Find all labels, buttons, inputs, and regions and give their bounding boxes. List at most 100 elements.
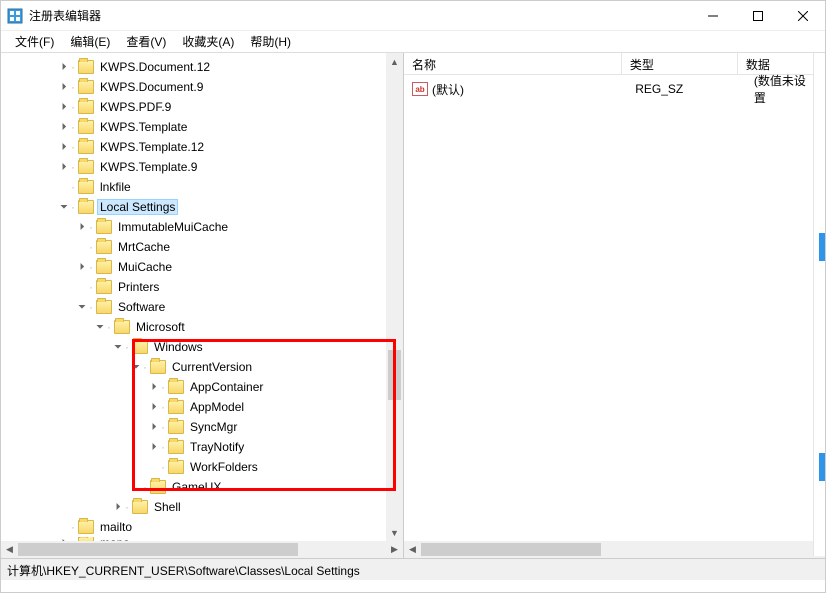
tree-item[interactable]: ·KWPS.Template [1,117,403,137]
minimize-button[interactable] [690,1,735,31]
folder-icon [132,500,148,514]
tree-item[interactable]: ·KWPS.PDF.9 [1,97,403,117]
menu-favorites[interactable]: 收藏夹(A) [174,31,242,52]
tree-label: KWPS.Template [98,120,189,134]
value-name: (默认) [432,81,464,98]
tree-label: MuiCache [116,260,174,274]
folder-icon [96,240,112,254]
tree-item[interactable]: ·GameUX [1,477,403,497]
tree-label: TrayNotify [188,440,246,454]
tree-item[interactable]: ·Printers [1,277,403,297]
menu-view[interactable]: 查看(V) [118,31,174,52]
col-name[interactable]: 名称 [404,53,622,74]
tree-label: KWPS.Document.9 [98,80,205,94]
folder-icon [96,300,112,314]
scroll-thumb-h[interactable] [18,543,298,556]
string-value-icon: ab [412,82,428,96]
expander-icon[interactable] [57,202,71,213]
value-row[interactable]: ab(默认)REG_SZ(数值未设置 [404,79,825,99]
tree-item[interactable]: ·MuiCache [1,257,403,277]
tree-label: SyncMgr [188,420,239,434]
tree-item[interactable]: ·mailto [1,517,403,537]
scroll-left-icon[interactable]: ◀ [404,541,421,558]
expander-icon[interactable] [75,262,89,273]
close-button[interactable] [780,1,825,31]
maximize-button[interactable] [735,1,780,31]
scroll-left-icon[interactable]: ◀ [1,541,18,558]
tree-label: Software [116,300,167,314]
tree-item[interactable]: ·KWPS.Template.9 [1,157,403,177]
tree-item[interactable]: ·AppContainer [1,377,403,397]
expander-icon[interactable] [147,382,161,393]
menu-help[interactable]: 帮助(H) [242,31,299,52]
tree-item[interactable]: ·KWPS.Template.12 [1,137,403,157]
menubar: 文件(F) 编辑(E) 查看(V) 收藏夹(A) 帮助(H) [1,31,825,53]
tree-item[interactable]: ·KWPS.Document.12 [1,57,403,77]
expander-icon[interactable] [111,342,125,353]
tree-label: KWPS.PDF.9 [98,100,173,114]
tree-label: KWPS.Template.9 [98,160,199,174]
expander-icon[interactable] [111,502,125,513]
folder-icon [150,360,166,374]
scroll-thumb-v[interactable] [388,350,401,400]
expander-icon[interactable] [57,82,71,93]
expander-icon[interactable] [57,162,71,173]
expander-icon[interactable] [75,222,89,233]
tree-label: Printers [116,280,161,294]
menu-edit[interactable]: 编辑(E) [62,31,118,52]
tree-label: AppContainer [188,380,265,394]
expander-icon[interactable] [75,302,89,313]
tree-item[interactable]: ·KWPS.Document.9 [1,77,403,97]
folder-icon [168,460,184,474]
expander-icon[interactable] [147,402,161,413]
tree-scrollbar-h[interactable]: ◀ ▶ [1,541,403,558]
expander-icon[interactable] [57,122,71,133]
tree-label: MrtCache [116,240,172,254]
menu-file[interactable]: 文件(F) [7,31,62,52]
values-body[interactable]: ab(默认)REG_SZ(数值未设置 [404,75,825,103]
tree[interactable]: ·KWPS.Document.12·KWPS.Document.9·KWPS.P… [1,53,403,543]
folder-icon [168,400,184,414]
tree-item[interactable]: ·Software [1,297,403,317]
tree-item[interactable]: ·MrtCache [1,237,403,257]
folder-icon [168,440,184,454]
folder-icon [78,80,94,94]
values-pane: 名称 类型 数据 ab(默认)REG_SZ(数值未设置 ◀ ▶ [404,53,825,558]
tree-item[interactable]: ·WorkFolders [1,457,403,477]
tree-scrollbar-v[interactable]: ▲ ▼ [386,53,403,541]
folder-icon [114,320,130,334]
tree-label: Shell [152,500,183,514]
expander-icon[interactable] [57,62,71,73]
scroll-down-icon[interactable]: ▼ [386,524,403,541]
folder-icon [78,120,94,134]
expander-icon[interactable] [147,442,161,453]
tree-item[interactable]: ·Local Settings [1,197,403,217]
expander-icon[interactable] [93,322,107,333]
edge-marker [819,233,825,261]
app-icon [7,8,23,24]
tree-item[interactable]: ·Windows [1,337,403,357]
scroll-right-icon[interactable]: ▶ [386,541,403,558]
col-type[interactable]: 类型 [622,53,738,74]
value-type: REG_SZ [627,82,746,96]
tree-item[interactable]: ·Shell [1,497,403,517]
tree-item[interactable]: ·Microsoft [1,317,403,337]
folder-icon [78,160,94,174]
tree-item[interactable]: ·TrayNotify [1,437,403,457]
tree-item[interactable]: ·lnkfile [1,177,403,197]
scroll-thumb-h[interactable] [421,543,601,556]
tree-item[interactable]: ·ImmutableMuiCache [1,217,403,237]
statusbar: 计算机\HKEY_CURRENT_USER\Software\Classes\L… [1,558,825,580]
col-data[interactable]: 数据 [738,53,825,74]
window-edge [813,53,825,556]
scroll-up-icon[interactable]: ▲ [386,53,403,70]
folder-icon [78,520,94,534]
tree-item[interactable]: ·SyncMgr [1,417,403,437]
tree-item[interactable]: ·AppModel [1,397,403,417]
expander-icon[interactable] [57,142,71,153]
expander-icon[interactable] [147,422,161,433]
tree-item[interactable]: ·CurrentVersion [1,357,403,377]
expander-icon[interactable] [129,362,143,373]
values-scrollbar-h[interactable]: ◀ ▶ [404,541,825,558]
expander-icon[interactable] [57,102,71,113]
